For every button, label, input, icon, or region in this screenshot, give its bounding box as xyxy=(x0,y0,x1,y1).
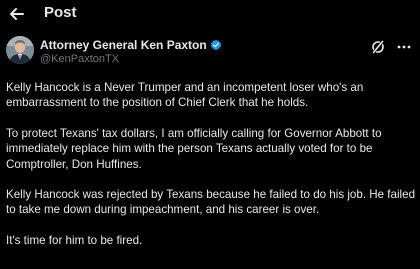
profile-photo-icon xyxy=(6,36,34,64)
back-button[interactable] xyxy=(7,4,27,24)
more-button[interactable] xyxy=(396,40,412,54)
post-paragraph: Kelly Hancock is a Never Trumper and an … xyxy=(6,81,364,110)
avatar[interactable] xyxy=(6,36,34,64)
arrow-left-icon xyxy=(10,8,24,20)
post-author: Attorney General Ken Paxton @KenPaxtonTX xyxy=(0,36,420,70)
post-paragraph: Kelly Hancock was rejected by Texans bec… xyxy=(6,188,416,217)
post-paragraph: To protect Texans' tax dollars, I am off… xyxy=(6,126,382,171)
author-handle[interactable]: @KenPaxtonTX xyxy=(40,53,119,66)
top-bar: Post xyxy=(0,0,420,28)
page-title: Post xyxy=(44,4,77,21)
author-name[interactable]: Attorney General Ken Paxton xyxy=(40,38,222,52)
verified-badge-icon xyxy=(210,39,221,50)
grok-button[interactable] xyxy=(371,40,385,54)
grok-icon xyxy=(372,40,384,54)
more-icon xyxy=(397,45,411,49)
post-text: Kelly Hancock is a Never Trumper and an … xyxy=(6,80,416,263)
author-name-text: Attorney General Ken Paxton xyxy=(40,38,207,52)
post-paragraph: It's time for him to be fired. xyxy=(6,233,143,247)
